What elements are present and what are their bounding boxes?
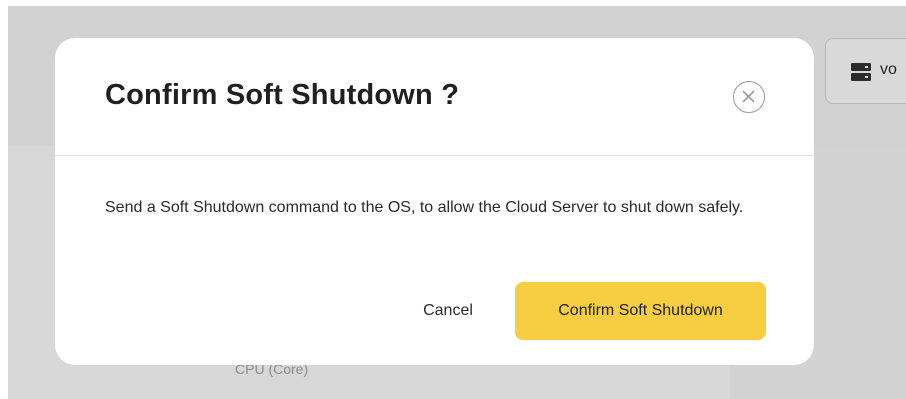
cancel-button[interactable]: Cancel <box>393 282 503 340</box>
dialog-message: Send a Soft Shutdown command to the OS, … <box>105 199 744 216</box>
confirm-shutdown-dialog: Confirm Soft Shutdown ? Send a Soft Shut… <box>55 38 814 365</box>
dialog-title: Confirm Soft Shutdown ? <box>105 79 460 111</box>
close-button[interactable] <box>733 81 765 113</box>
close-circle-icon <box>742 90 755 103</box>
server-stack-icon <box>851 63 871 81</box>
volume-card: vo <box>825 38 906 104</box>
dialog-header: Confirm Soft Shutdown ? <box>55 38 814 156</box>
confirm-soft-shutdown-button[interactable]: Confirm Soft Shutdown <box>515 282 766 340</box>
volume-card-label: vo <box>880 61 897 78</box>
top-cutout <box>430 0 654 2</box>
